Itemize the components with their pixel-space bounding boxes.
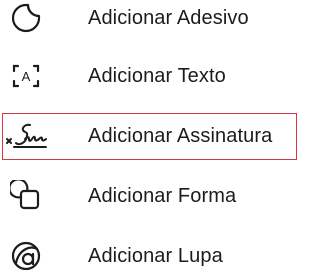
menu-item-label: Adicionar Lupa xyxy=(88,244,223,267)
shapes-icon xyxy=(4,174,48,218)
menu-item-add-shape[interactable]: Adicionar Forma xyxy=(0,174,300,218)
signature-icon xyxy=(4,114,48,158)
magnifier-icon xyxy=(4,234,48,278)
menu-item-add-signature[interactable]: Adicionar Assinatura xyxy=(0,114,300,158)
text-box-icon: A xyxy=(4,54,48,98)
menu-item-add-magnifier[interactable]: Adicionar Lupa xyxy=(0,234,300,278)
sticker-icon xyxy=(4,0,48,40)
menu-item-label: Adicionar Adesivo xyxy=(88,6,249,29)
menu-item-label: Adicionar Texto xyxy=(88,64,226,87)
text-box-glyph: A xyxy=(22,69,31,84)
menu-item-add-text[interactable]: A Adicionar Texto xyxy=(0,54,300,98)
markup-add-menu: Adicionar Adesivo A Adicionar Texto Adic… xyxy=(0,0,300,278)
menu-item-label: Adicionar Assinatura xyxy=(88,124,273,147)
menu-item-label: Adicionar Forma xyxy=(88,184,237,207)
menu-item-add-sticker[interactable]: Adicionar Adesivo xyxy=(0,0,300,40)
